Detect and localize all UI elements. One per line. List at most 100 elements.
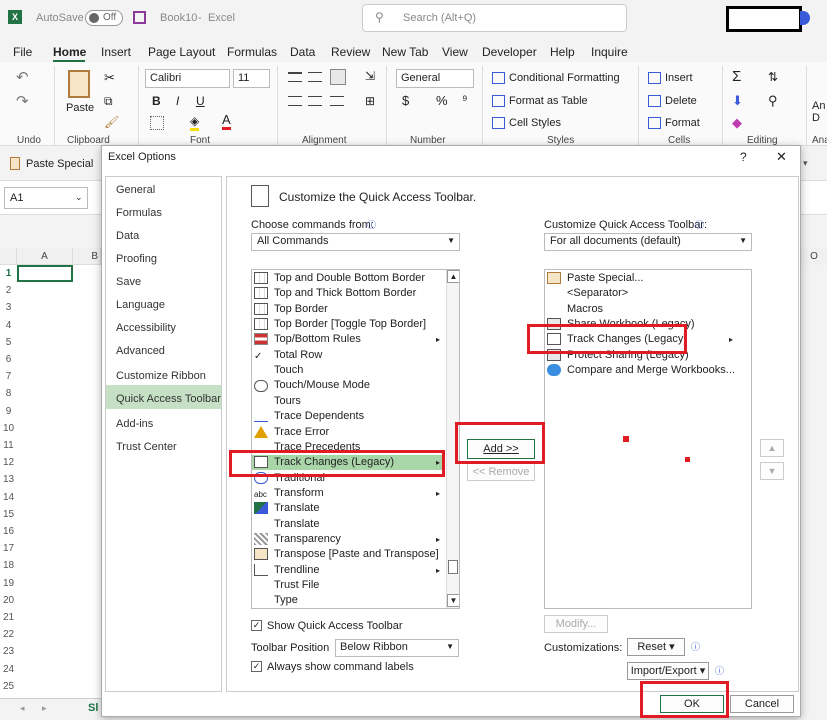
help-button[interactable]: ? <box>740 150 747 164</box>
list-item[interactable]: Transpose [Paste and Transpose] <box>252 547 444 562</box>
list-item[interactable]: Macros <box>545 302 737 317</box>
column-header-a[interactable]: A <box>17 248 73 265</box>
name-box[interactable]: A1 ⌄ <box>4 187 88 209</box>
tab-developer[interactable]: Developer <box>482 45 537 59</box>
scroll-thumb[interactable] <box>448 560 458 574</box>
format-as-table-icon[interactable] <box>492 95 505 107</box>
list-item[interactable]: Top and Double Bottom Border <box>252 271 444 286</box>
row-header[interactable]: 8 <box>0 385 17 402</box>
redo-icon[interactable]: ↷ <box>16 92 29 110</box>
column-header-b[interactable]: B <box>73 248 101 265</box>
list-item[interactable]: Top Border [Toggle Top Border] <box>252 317 444 332</box>
row-header[interactable]: 17 <box>0 540 17 557</box>
sort-filter-icon[interactable]: ⇅ <box>768 70 778 84</box>
row-header[interactable]: 16 <box>0 523 17 540</box>
percent-button[interactable]: % <box>436 93 448 108</box>
font-name-select[interactable]: Calibri <box>145 69 230 88</box>
insert-cells-icon[interactable] <box>648 72 661 84</box>
row-header[interactable]: 1 <box>0 265 17 282</box>
list-item[interactable]: <Separator> <box>545 286 737 301</box>
row-header[interactable]: 20 <box>0 592 17 609</box>
move-up-button[interactable]: ▲ <box>760 439 784 457</box>
row-header[interactable]: 3 <box>0 299 17 316</box>
list-item[interactable]: Type <box>252 593 444 608</box>
align-bottom-icon[interactable] <box>330 69 346 85</box>
tab-file[interactable]: File <box>13 45 32 59</box>
wrap-text-icon[interactable]: ⇲ <box>365 69 375 83</box>
analyze-partial-label[interactable]: An D <box>812 100 826 124</box>
nav-item-save[interactable]: Save <box>116 271 141 293</box>
nav-item-proofing[interactable]: Proofing <box>116 248 157 270</box>
row-header[interactable]: 22 <box>0 626 17 643</box>
format-cells-button[interactable]: Format <box>665 117 700 129</box>
delete-cells-icon[interactable] <box>648 95 661 107</box>
autosave-toggle[interactable]: Off <box>85 10 123 26</box>
import-export-button[interactable]: Import/Export ▾ <box>627 662 709 680</box>
customize-qat-select[interactable]: For all documents (default) ▼ <box>544 233 752 251</box>
choose-commands-select[interactable]: All Commands ▼ <box>251 233 460 251</box>
align-top-icon[interactable] <box>288 72 302 82</box>
row-header[interactable]: 25 <box>0 678 17 695</box>
modify-button[interactable]: Modify... <box>544 615 608 633</box>
list-item[interactable]: Trace Error <box>252 425 444 440</box>
tab-formulas[interactable]: Formulas <box>227 45 277 59</box>
format-cells-icon[interactable] <box>648 117 661 129</box>
save-icon[interactable] <box>133 11 146 24</box>
nav-item-accessibility[interactable]: Accessibility <box>116 317 176 339</box>
align-middle-icon[interactable] <box>308 72 322 82</box>
cell-styles-icon[interactable] <box>492 117 505 129</box>
delete-cells-button[interactable]: Delete <box>665 95 697 107</box>
row-header[interactable]: 23 <box>0 643 17 660</box>
conditional-formatting-button[interactable]: Conditional Formatting <box>509 72 620 84</box>
tab-data[interactable]: Data <box>290 45 315 59</box>
sheet-nav-left-icon[interactable]: ◂ <box>20 703 25 714</box>
list-item[interactable]: Trust File <box>252 578 444 593</box>
list-item[interactable]: ✓ Total Row <box>252 348 444 363</box>
paste-special-button[interactable]: Paste Special <box>26 158 93 170</box>
tab-help[interactable]: Help <box>550 45 575 59</box>
italic-button[interactable]: I <box>176 94 179 108</box>
qat-dropdown-icon[interactable]: ▾ <box>803 158 808 169</box>
undo-icon[interactable]: ↶ <box>16 68 29 86</box>
avatar[interactable] <box>800 11 810 25</box>
nav-item-customize-ribbon[interactable]: Customize Ribbon <box>116 365 206 387</box>
nav-item-language[interactable]: Language <box>116 294 165 316</box>
cut-icon[interactable]: ✂ <box>104 70 115 86</box>
bold-button[interactable]: B <box>152 94 161 108</box>
format-as-table-button[interactable]: Format as Table <box>509 95 588 107</box>
row-header[interactable]: 7 <box>0 368 17 385</box>
tab-insert[interactable]: Insert <box>101 45 131 59</box>
cancel-button[interactable]: Cancel <box>730 695 794 713</box>
borders-icon[interactable] <box>150 116 164 133</box>
row-header[interactable]: 18 <box>0 557 17 574</box>
copy-icon[interactable]: ⧉ <box>104 94 113 109</box>
row-header[interactable]: 13 <box>0 471 17 488</box>
paste-button[interactable]: Paste <box>66 102 94 114</box>
sheet-nav-right-icon[interactable]: ▸ <box>42 703 47 714</box>
close-button[interactable]: ✕ <box>776 149 787 165</box>
list-item[interactable]: abc Transform ▸ <box>252 486 444 501</box>
fill-color-icon[interactable]: ◈ <box>190 114 200 131</box>
nav-item-trust-center[interactable]: Trust Center <box>116 436 177 458</box>
number-format-select[interactable]: General <box>396 69 474 88</box>
paste-icon[interactable] <box>68 70 90 98</box>
qat-list[interactable]: Paste Special... <Separator> Macros Share W… <box>544 269 752 609</box>
remove-button[interactable]: << Remove <box>467 463 535 481</box>
cell-styles-button[interactable]: Cell Styles <box>509 117 561 129</box>
column-header-o[interactable]: O <box>801 248 827 265</box>
align-right-icon[interactable] <box>330 96 344 106</box>
underline-button[interactable]: U <box>196 94 205 108</box>
row-header[interactable]: 11 <box>0 437 17 454</box>
toolbar-position-select[interactable]: Below Ribbon ▼ <box>335 639 459 657</box>
list-item[interactable]: Top Border <box>252 302 444 317</box>
nav-item-general[interactable]: General <box>116 179 155 201</box>
row-header[interactable]: 19 <box>0 575 17 592</box>
align-center-icon[interactable] <box>308 96 322 106</box>
row-header[interactable]: 10 <box>0 420 17 437</box>
move-down-button[interactable]: ▼ <box>760 462 784 480</box>
scroll-up-icon[interactable]: ▲ <box>447 270 459 283</box>
selected-cell-a1[interactable] <box>17 265 73 282</box>
find-select-icon[interactable]: ⚲ <box>768 93 778 109</box>
select-all-corner[interactable] <box>0 248 17 265</box>
tab-inquire[interactable]: Inquire <box>591 45 628 59</box>
